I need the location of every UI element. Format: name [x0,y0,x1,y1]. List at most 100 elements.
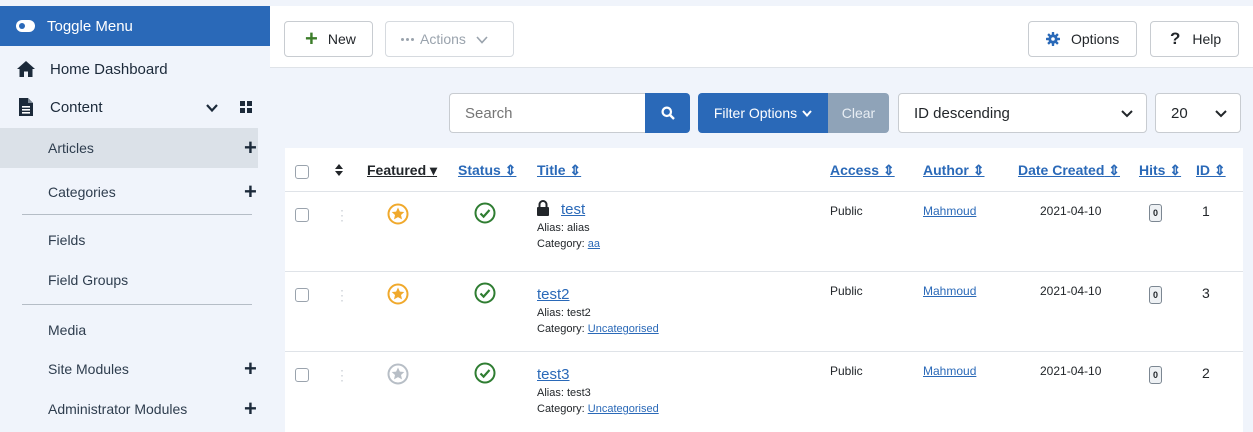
file-icon [16,98,36,116]
id-value: 3 [1202,285,1210,301]
date-created-value: 2021-04-10 [1040,364,1102,378]
featured-star-icon[interactable] [387,283,409,310]
table-row: ⋮ test3 Alias: test3 Category: Uncategor… [285,351,1243,431]
sidebar-item-label: Media [48,322,87,338]
category-link[interactable]: Uncategorised [588,403,659,415]
chevron-down-icon[interactable] [206,100,218,117]
sort-select[interactable]: ID descending [898,93,1147,133]
sidebar-item-administrator-modules[interactable]: Administrator Modules [0,389,270,429]
date-created-value: 2021-04-10 [1040,204,1102,218]
sort-icon[interactable] [335,163,343,181]
drag-handle-icon[interactable]: ⋮ [335,288,349,302]
column-header-author[interactable]: Author ⇕ [923,162,985,179]
drag-handle-icon[interactable]: ⋮ [335,208,349,222]
actions-button[interactable]: Actions [385,21,514,57]
home-icon [16,60,36,78]
article-alias: Alias: alias [537,222,590,234]
actions-label: Actions [420,31,466,47]
table-row: ⋮ test2 Alias: test2 Category: Uncategor… [285,271,1243,351]
author-link[interactable]: Mahmoud [923,204,976,218]
column-header-access[interactable]: Access ⇕ [830,162,895,179]
article-title-link[interactable]: test3 [537,366,570,383]
help-button[interactable]: ? Help [1150,21,1239,57]
add-category-icon[interactable]: + [244,181,257,203]
sidebar-item-content[interactable]: Content [0,90,270,124]
id-value: 2 [1202,365,1210,381]
select-all-checkbox[interactable] [295,165,309,179]
table-row: ⋮ test Alias: alias Category: aa Public … [285,191,1243,271]
article-alias: Alias: test3 [537,387,591,399]
sidebar-item-articles[interactable]: Articles [0,128,258,168]
hits-badge: 0 [1149,204,1162,222]
sidebar-item-field-groups[interactable]: Field Groups [0,260,270,300]
limit-select[interactable]: 20 [1155,93,1241,133]
filter-options-button[interactable]: Filter Options [698,93,828,133]
hits-badge: 0 [1149,286,1162,304]
published-check-icon[interactable] [474,362,496,389]
filter-options-label: Filter Options [713,105,798,121]
column-header-hits[interactable]: Hits ⇕ [1139,162,1181,179]
featured-star-icon[interactable] [387,203,409,230]
sidebar-item-media[interactable]: Media [0,310,270,350]
column-header-id[interactable]: ID ⇕ [1196,162,1226,179]
author-link[interactable]: Mahmoud [923,284,976,298]
drag-handle-icon[interactable]: ⋮ [335,368,349,382]
limit-select-value: 20 [1171,104,1188,122]
article-title-link[interactable]: test2 [537,286,570,303]
sidebar-item-label: Articles [48,140,94,156]
article-title-link[interactable]: test [561,201,585,218]
sidebar-item-label: Site Modules [48,361,129,377]
add-site-module-icon[interactable]: + [244,358,257,380]
toggle-switch-icon [16,20,35,32]
unfeatured-star-icon[interactable] [387,363,409,390]
add-admin-module-icon[interactable]: + [244,398,257,420]
clear-button[interactable]: Clear [828,93,889,133]
question-icon: ? [1170,29,1181,48]
sidebar-home-label: Home Dashboard [50,60,168,78]
sort-select-value: ID descending [914,104,1010,122]
access-value: Public [830,364,863,378]
column-header-title[interactable]: Title ⇕ [537,162,581,179]
lock-icon[interactable] [536,200,550,221]
author-link[interactable]: Mahmoud [923,364,976,378]
chevron-down-icon [1214,106,1228,124]
chevron-down-icon [1120,106,1134,124]
help-label: Help [1192,31,1222,47]
article-category: Category: aa [537,238,601,250]
category-link[interactable]: Uncategorised [588,323,659,335]
sidebar-item-site-modules[interactable]: Site Modules [0,349,270,389]
search-icon [661,106,675,120]
toggle-menu-button[interactable]: Toggle Menu [0,6,270,46]
plus-icon: + [305,26,318,51]
sidebar-item-categories[interactable]: Categories [0,172,270,212]
sidebar-item-home-dashboard[interactable]: Home Dashboard [0,52,270,86]
category-link[interactable]: aa [588,238,600,250]
sidebar-divider [22,304,252,305]
options-button[interactable]: Options [1028,21,1137,57]
gear-icon [1046,32,1060,46]
toolbar: + New Actions Options ? Help [270,6,1253,68]
sidebar-divider [22,214,252,215]
row-checkbox[interactable] [295,288,309,302]
column-header-date-created[interactable]: Date Created ⇕ [1018,162,1120,179]
article-category: Category: Uncategorised [537,403,659,415]
published-check-icon[interactable] [474,282,496,309]
new-label: New [327,31,356,47]
sidebar-item-fields[interactable]: Fields [0,220,270,260]
sidebar-content-label: Content [50,98,103,116]
new-button[interactable]: + New [284,21,373,57]
column-header-featured[interactable]: Featured ▾ [367,162,437,179]
sidebar-item-label: Administrator Modules [48,401,188,417]
row-checkbox[interactable] [295,208,309,222]
published-check-icon[interactable] [474,202,496,229]
sidebar-item-label: Categories [48,184,116,200]
article-category: Category: Uncategorised [537,323,659,335]
row-checkbox[interactable] [295,368,309,382]
search-input[interactable] [449,93,645,133]
articles-table: Featured ▾ Status ⇕ Title ⇕ Access ⇕ Aut… [285,148,1243,432]
options-label: Options [1071,31,1120,47]
dashboard-grid-icon[interactable] [240,100,252,117]
add-article-icon[interactable]: + [244,137,257,159]
column-header-status[interactable]: Status ⇕ [458,162,516,179]
search-button[interactable] [645,93,690,133]
